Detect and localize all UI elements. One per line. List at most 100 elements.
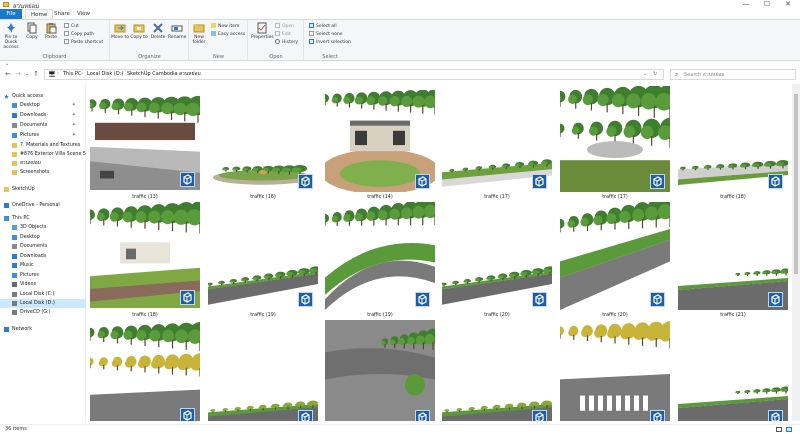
file-item[interactable] xyxy=(88,320,210,421)
up-button[interactable]: ↑ xyxy=(32,70,40,79)
file-item[interactable]: traffic (19) xyxy=(320,197,444,320)
cut-button[interactable]: Cut xyxy=(64,23,79,30)
tab-view[interactable]: View xyxy=(72,9,95,19)
address-bar[interactable]: 🖥 › This PC › Local Disk (D:) › SketchUp… xyxy=(44,69,664,80)
file-item[interactable]: traffic (18) xyxy=(678,84,789,202)
file-name: traffic (14) xyxy=(367,195,393,200)
sidebar-item-desktop[interactable]: Desktop ✦ xyxy=(0,101,86,110)
open-label: Open xyxy=(282,24,295,29)
new-folder-button[interactable]: New folder xyxy=(190,22,208,45)
file-item[interactable] xyxy=(442,320,552,421)
history-button[interactable]: History xyxy=(275,39,298,46)
copy-to-button[interactable]: Copy to xyxy=(130,22,148,40)
new-item-icon xyxy=(211,23,216,28)
file-item[interactable]: traffic (21) xyxy=(678,202,791,320)
minimize-button[interactable]: — xyxy=(736,0,756,9)
new-item-label: New item xyxy=(218,24,240,29)
sidebar-item-music[interactable]: Music xyxy=(0,261,86,270)
edit-button[interactable]: Edit xyxy=(275,31,291,38)
new-item-button[interactable]: New item xyxy=(211,23,239,30)
sidebar-item-downloads[interactable]: Downloads ✦ xyxy=(0,111,86,120)
recent-dropdown-icon[interactable]: ⌄ xyxy=(23,70,31,79)
address-dropdown-icon[interactable]: ⌄ xyxy=(643,70,647,79)
pictures-icon xyxy=(12,273,17,278)
forward-button[interactable]: → xyxy=(14,70,22,79)
pin-icon: ✦ xyxy=(71,132,76,138)
sidebar-item-documents[interactable]: Documents ✦ xyxy=(0,121,86,130)
file-item[interactable]: traffic (20) xyxy=(440,202,556,320)
breadcrumb-sketchup-cambodia[interactable]: SketchUp Cambodia xyxy=(127,70,178,79)
file-item[interactable]: traffic (17) xyxy=(553,84,682,202)
file-item[interactable]: traffic (20) xyxy=(554,196,680,320)
sidebar-item-this-pc[interactable]: This PC xyxy=(0,214,86,223)
sidebar-item-local-disk-d[interactable]: Local Disk (D:) xyxy=(0,299,86,308)
sidebar-item-downloads[interactable]: Downloads xyxy=(0,252,86,261)
copy-path-button[interactable]: Copy path xyxy=(64,31,94,38)
sidebar-item-drivecd-g[interactable]: DriveCD (G:) xyxy=(0,308,86,317)
sidebar-item-local-disk-c[interactable]: Local Disk (C:) xyxy=(0,290,86,299)
folder-icon xyxy=(12,161,17,166)
sketchup-icon xyxy=(650,174,665,189)
sidebar-item-label: #876 Exterior Villa Scene 53 xyxy=(20,152,86,157)
file-item[interactable] xyxy=(208,320,318,421)
sidebar-item-desktop[interactable]: Desktop xyxy=(0,233,86,242)
breadcrumb-this-pc[interactable]: This PC xyxy=(63,70,81,79)
delete-label: Delete xyxy=(150,35,166,40)
sidebar-item-folder[interactable]: สวนหย่อม xyxy=(0,159,86,168)
sidebar-item-videos[interactable]: Videos xyxy=(0,280,86,289)
rename-button[interactable]: Rename xyxy=(168,22,186,40)
delete-button[interactable]: Delete xyxy=(149,22,167,40)
refresh-icon[interactable]: ↻ xyxy=(653,70,657,79)
file-name: traffic (18) xyxy=(132,313,158,318)
sidebar-item-documents[interactable]: Documents xyxy=(0,242,86,251)
sidebar-item-quick-access[interactable]: Quick access xyxy=(0,92,86,101)
select-all-button[interactable]: Select all xyxy=(309,23,337,30)
paste-label: Paste xyxy=(44,35,58,40)
file-item[interactable]: traffic (14) xyxy=(320,84,444,202)
paste-button[interactable]: Paste xyxy=(42,22,60,40)
file-item[interactable]: traffic (17) xyxy=(442,84,552,202)
properties-icon xyxy=(257,22,267,34)
sidebar-item-pictures[interactable]: Pictures xyxy=(0,271,86,280)
file-item[interactable]: traffic (13) xyxy=(88,84,208,202)
chevron-down-icon[interactable]: ⌄ xyxy=(5,61,9,67)
move-to-button[interactable]: Move to xyxy=(111,22,129,40)
file-item[interactable] xyxy=(325,320,440,421)
breadcrumb-current-folder[interactable]: สวนหย่อม xyxy=(179,70,201,79)
sidebar-item-screenshots[interactable]: Screenshots xyxy=(0,168,86,177)
pin-button[interactable]: Pin to Quick access xyxy=(2,22,20,50)
sidebar-item-network[interactable]: Network xyxy=(0,325,86,334)
breadcrumb-local-disk[interactable]: Local Disk (D:) xyxy=(87,70,123,79)
tab-file[interactable]: File xyxy=(0,9,22,19)
maximize-button[interactable]: ☐ xyxy=(757,0,777,9)
back-button[interactable]: ← xyxy=(4,70,12,79)
properties-button[interactable]: Properties xyxy=(251,22,274,40)
copy-button[interactable]: Copy xyxy=(23,22,41,40)
large-icons-view-icon[interactable] xyxy=(786,427,792,432)
file-item[interactable] xyxy=(555,320,679,421)
details-view-icon[interactable] xyxy=(776,427,782,432)
paste-shortcut-button[interactable]: Paste shortcut xyxy=(64,39,103,46)
tab-share[interactable]: Share xyxy=(49,9,75,19)
file-item[interactable] xyxy=(678,320,791,421)
invert-selection-button[interactable]: Invert selection xyxy=(309,39,351,46)
documents-icon xyxy=(12,123,17,128)
sidebar-item-876-exterior-villa-scene-53[interactable]: #876 Exterior Villa Scene 53 xyxy=(0,150,86,159)
breadcrumb-separator: › xyxy=(173,71,175,77)
close-button[interactable]: ✕ xyxy=(778,0,798,9)
file-item[interactable]: traffic (18) xyxy=(88,200,211,320)
search-input[interactable]: Search สวนหย่อม xyxy=(684,71,725,79)
sidebar-item-3d-objects[interactable]: 3D Objects xyxy=(0,223,86,232)
vertical-scrollbar[interactable] xyxy=(792,84,800,421)
scrollbar-thumb[interactable] xyxy=(794,94,798,274)
file-item[interactable]: traffic (16) xyxy=(208,84,318,202)
sidebar-item-7-materials-and-textures[interactable]: 7. Materials and Textures xyxy=(0,141,86,150)
select-none-button[interactable]: Select none xyxy=(309,31,343,38)
file-item[interactable]: traffic (19) xyxy=(206,202,322,320)
sidebar-item-onedrive-personal[interactable]: OneDrive - Personal xyxy=(0,201,86,210)
easy-access-button[interactable]: Easy access xyxy=(211,31,245,38)
search-box[interactable]: ⌕ Search สวนหย่อม xyxy=(670,69,796,80)
sidebar-item-sketchup[interactable]: SketchUp xyxy=(0,185,86,194)
sidebar-item-pictures[interactable]: Pictures ✦ xyxy=(0,131,86,140)
open-button[interactable]: Open xyxy=(275,23,294,30)
